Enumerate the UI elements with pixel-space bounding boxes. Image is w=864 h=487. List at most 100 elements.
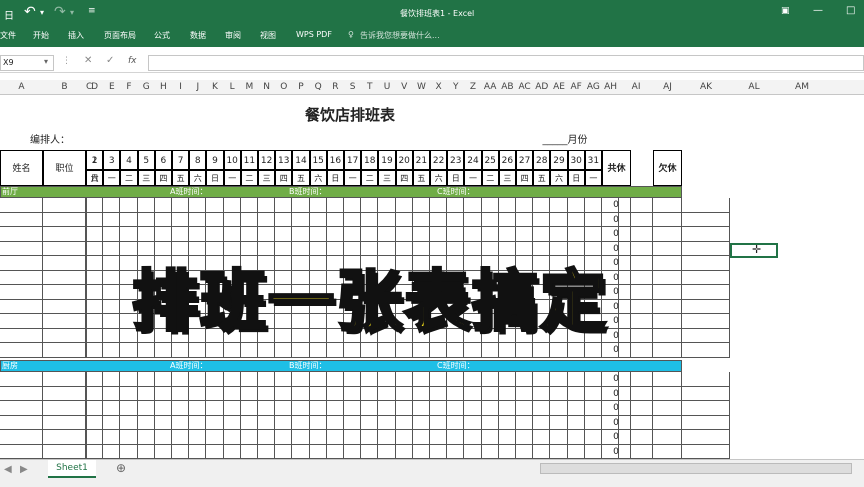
schedule-cell[interactable] [682,270,730,285]
column-header[interactable]: S [344,82,361,92]
schedule-cell[interactable] [584,372,602,387]
schedule-cell[interactable] [447,227,465,242]
schedule-cell[interactable] [378,198,396,213]
column-header[interactable]: U [378,82,395,92]
schedule-cell[interactable] [86,343,104,358]
rest-count[interactable]: 0 [602,198,631,213]
schedule-cell[interactable] [223,386,241,401]
day-number[interactable]: 25 [481,150,499,170]
schedule-cell[interactable] [309,415,327,430]
schedule-cell[interactable] [292,343,310,358]
schedule-cell[interactable] [0,415,43,430]
column-header[interactable]: K [206,82,223,92]
schedule-cell[interactable] [120,227,138,242]
schedule-cell[interactable] [533,444,551,459]
rest-count[interactable]: 0 [602,430,631,445]
schedule-cell[interactable] [326,415,344,430]
schedule-cell[interactable] [0,314,43,329]
schedule-cell[interactable] [412,227,430,242]
schedule-cell[interactable] [206,212,224,227]
schedule-cell[interactable] [120,401,138,416]
schedule-cell[interactable] [516,227,534,242]
schedule-cell[interactable] [447,444,465,459]
schedule-cell[interactable] [0,270,43,285]
schedule-cell[interactable] [567,386,585,401]
schedule-cell[interactable] [206,430,224,445]
schedule-cell[interactable] [653,256,682,271]
schedule-cell[interactable] [361,372,379,387]
column-header[interactable]: R [327,82,344,92]
schedule-cell[interactable] [498,430,516,445]
schedule-cell[interactable] [189,343,207,358]
schedule-cell[interactable] [137,444,155,459]
schedule-cell[interactable] [43,285,86,300]
schedule-cell[interactable] [0,256,43,271]
schedule-cell[interactable] [43,256,86,271]
schedule-cell[interactable] [275,198,293,213]
schedule-cell[interactable] [103,198,121,213]
rest-count[interactable]: 0 [602,444,631,459]
column-header[interactable]: AL [730,82,778,92]
weekday-label[interactable]: 日 [567,170,585,186]
weekday-label[interactable]: 三 [258,170,276,186]
schedule-cell[interactable] [103,270,121,285]
schedule-cell[interactable] [447,430,465,445]
weekday-label[interactable]: 五 [412,170,430,186]
schedule-cell[interactable] [240,198,258,213]
schedule-cell[interactable] [653,241,682,256]
header-rest[interactable]: 共休 [602,150,631,186]
schedule-cell[interactable] [447,386,465,401]
schedule-cell[interactable] [292,401,310,416]
schedule-cell[interactable] [344,415,362,430]
day-number[interactable]: 8 [189,150,207,170]
day-number[interactable]: 26 [498,150,516,170]
schedule-cell[interactable] [481,198,499,213]
schedule-cell[interactable] [258,212,276,227]
schedule-cell[interactable] [395,415,413,430]
schedule-cell[interactable] [498,212,516,227]
column-header[interactable]: AB [499,82,516,92]
schedule-cell[interactable] [86,299,104,314]
schedule-cell[interactable] [137,212,155,227]
column-header[interactable]: D [86,82,103,92]
schedule-cell[interactable] [481,415,499,430]
schedule-cell[interactable] [172,401,190,416]
weekday-label[interactable]: 一 [103,170,121,186]
schedule-cell[interactable] [86,285,104,300]
day-number[interactable]: 30 [567,150,585,170]
schedule-cell[interactable] [309,401,327,416]
column-header[interactable]: Q [310,82,327,92]
schedule-cell[interactable] [567,401,585,416]
schedule-cell[interactable] [103,444,121,459]
day-number[interactable]: 31 [584,150,602,170]
schedule-cell[interactable] [103,372,121,387]
schedule-cell[interactable] [430,415,448,430]
column-header[interactable]: L [224,82,241,92]
schedule-cell[interactable] [189,386,207,401]
schedule-cell[interactable] [516,386,534,401]
schedule-cell[interactable] [498,198,516,213]
schedule-cell[interactable] [206,227,224,242]
schedule-cell[interactable] [481,372,499,387]
schedule-cell[interactable] [584,415,602,430]
schedule-cell[interactable] [223,227,241,242]
schedule-cell[interactable] [682,299,730,314]
schedule-cell[interactable] [533,401,551,416]
schedule-cell[interactable] [682,372,730,387]
schedule-cell[interactable] [43,401,86,416]
schedule-cell[interactable] [447,401,465,416]
schedule-cell[interactable] [275,227,293,242]
schedule-cell[interactable] [86,314,104,329]
schedule-cell[interactable] [223,198,241,213]
schedule-cell[interactable] [43,328,86,343]
schedule-cell[interactable] [326,401,344,416]
schedule-cell[interactable] [103,314,121,329]
schedule-cell[interactable] [223,444,241,459]
schedule-cell[interactable] [430,401,448,416]
scroll-right-icon[interactable]: ▶ [20,464,28,475]
schedule-cell[interactable] [0,444,43,459]
schedule-cell[interactable] [567,372,585,387]
tab-view[interactable]: 视图 [260,30,276,41]
schedule-cell[interactable] [103,212,121,227]
minimize-icon[interactable]: — [813,5,823,16]
